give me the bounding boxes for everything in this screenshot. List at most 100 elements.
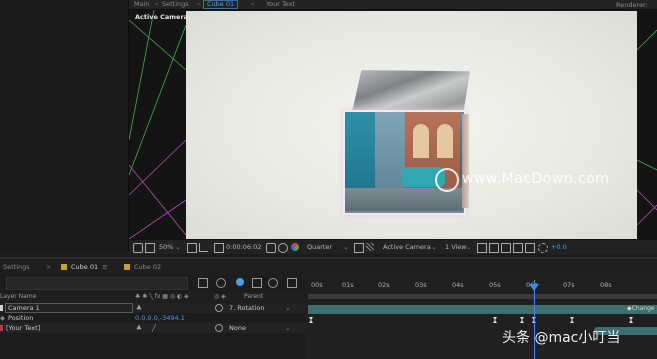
cube-front-face xyxy=(343,110,466,215)
keyframe[interactable] xyxy=(520,317,524,323)
tab-settings-timeline[interactable]: Settings xyxy=(3,259,30,275)
quality-switch-icon[interactable]: ╱ xyxy=(152,323,156,333)
layer-search-input[interactable] xyxy=(6,277,188,290)
shy-icon[interactable]: ♣ xyxy=(136,323,142,333)
chevron-down-icon[interactable]: ⌄ xyxy=(343,240,348,254)
tab-cube-01-timeline[interactable]: Cube 01 ≡ xyxy=(61,259,108,275)
tab-separator: < xyxy=(196,0,202,8)
monitor-icon[interactable] xyxy=(145,243,155,253)
tab-main[interactable]: Main xyxy=(134,0,150,9)
resolution-dropdown[interactable]: Quarter xyxy=(307,240,332,254)
tab-settings[interactable]: Settings xyxy=(162,0,189,9)
time-ruler[interactable]: 00s 01s 02s 03s 04s 05s 06s 07s 08s xyxy=(305,280,657,292)
tab-cube-01[interactable]: Cube 01 xyxy=(203,0,239,9)
cube-side-face xyxy=(462,114,469,208)
always-preview-icon[interactable] xyxy=(133,243,143,253)
transparency-grid-icon[interactable] xyxy=(366,243,374,251)
mask-icon[interactable] xyxy=(199,243,208,252)
layer-color-label xyxy=(0,305,3,311)
viewer-toolbar: 50% ⌄ 0:00:06:02 Quarter ⌄ Active Camera… xyxy=(129,239,657,254)
tab-cube-02-timeline[interactable]: Cube 02 xyxy=(124,259,161,275)
layer-color-label xyxy=(0,325,3,331)
chevron-down-icon[interactable]: ⌄ xyxy=(285,323,290,333)
region-of-interest-icon[interactable] xyxy=(354,243,364,253)
ruler-tick: 07s xyxy=(563,281,575,289)
color-channel-icon[interactable] xyxy=(291,243,299,251)
project-panel xyxy=(0,0,129,252)
keyframe[interactable] xyxy=(309,317,313,323)
keyframe[interactable] xyxy=(570,317,574,323)
keyframe[interactable] xyxy=(629,317,633,323)
chevron-down-icon[interactable]: ⌄ xyxy=(431,240,436,254)
chevron-down-icon[interactable]: ⌄ xyxy=(175,240,180,254)
watermark-text: www.MacDown.com xyxy=(462,171,610,187)
graph-editor-icon[interactable] xyxy=(287,278,297,288)
shy-icon[interactable]: ♣ xyxy=(136,303,142,313)
fast-previews-icon[interactable] xyxy=(489,243,499,253)
layer-row-your-text[interactable]: [Your Text] ♣ ╱ None ⌄ xyxy=(0,323,305,333)
source-credit-watermark: 头条 @mac小叮当 xyxy=(502,330,621,346)
work-area-bar[interactable] xyxy=(308,294,657,299)
parent-dropdown[interactable]: 7. Rotation xyxy=(229,303,264,313)
layer-list: Camera 1 ♣ 7. Rotation ⌄ ◆ Position 0.0,… xyxy=(0,303,305,359)
reset-exposure-icon[interactable] xyxy=(525,243,535,253)
toggle-pixel-aspect-icon[interactable] xyxy=(477,243,487,253)
watermark-logo-icon xyxy=(435,168,459,192)
playhead-handle[interactable] xyxy=(529,284,539,291)
ruler-tick: 03s xyxy=(415,281,427,289)
layer-duration-bar[interactable] xyxy=(308,305,657,314)
ruler-tick: 04s xyxy=(452,281,464,289)
parent-pickwhip-icon[interactable] xyxy=(215,324,223,332)
timecode-display[interactable]: 0:00:06:02 xyxy=(226,240,262,254)
column-layer-name: Layer Name xyxy=(0,293,37,300)
ruler-tick: 08s xyxy=(600,281,612,289)
frame-blending-icon[interactable] xyxy=(252,278,262,288)
tab-separator: < xyxy=(250,0,256,8)
ruler-tick: 02s xyxy=(378,281,390,289)
comp-color-swatch xyxy=(124,264,130,270)
composition-mini-flowchart-icon[interactable] xyxy=(198,278,208,288)
tab-your-text[interactable]: Your Text xyxy=(266,0,295,9)
layer-column-header: Layer Name ♣ ✱ ╲ fx ▦ ◎ ◐ ◈ ◎ ◈ Parent xyxy=(0,293,305,302)
composition-viewer[interactable]: Active Camera www.MacDown.com xyxy=(129,10,657,239)
camera-view-dropdown[interactable]: Active Camera xyxy=(383,240,431,254)
close-icon[interactable]: × xyxy=(46,259,51,275)
draft-3d-icon[interactable] xyxy=(216,278,226,288)
property-value[interactable]: 0.0,0.0,-3494.1 xyxy=(135,313,185,323)
tab-separator: < xyxy=(154,0,160,8)
switches-header-icons: ♣ ✱ ╲ fx ▦ ◎ ◐ ◈ xyxy=(135,293,189,300)
comp-flowchart-icon[interactable] xyxy=(513,243,523,253)
ruler-tick: 00s xyxy=(311,281,323,289)
layer-name-field[interactable]: Camera 1 xyxy=(5,303,133,313)
timeline-icon[interactable] xyxy=(501,243,511,253)
property-name: Position xyxy=(8,314,34,322)
current-time-indicator[interactable] xyxy=(534,280,535,359)
camera-snapshot-icon[interactable] xyxy=(266,243,276,253)
chevron-down-icon[interactable]: ⌄ xyxy=(466,240,471,254)
keyframe[interactable] xyxy=(493,317,497,323)
active-camera-label: Active Camera xyxy=(135,13,189,21)
stopwatch-icon[interactable]: ◆ xyxy=(0,313,5,323)
parent-dropdown[interactable]: None xyxy=(229,323,246,333)
layer-marker[interactable]: ◆Change xyxy=(627,305,655,312)
chevron-down-icon[interactable]: ⌄ xyxy=(285,303,290,313)
view-layout-dropdown[interactable]: 1 View xyxy=(445,240,467,254)
timeline-tab-bar: Settings × Cube 01 ≡ Cube 02 xyxy=(0,257,657,275)
layer-row-camera[interactable]: Camera 1 ♣ 7. Rotation ⌄ xyxy=(0,303,305,313)
switches-mode-icons: ◎ ◈ xyxy=(214,293,226,300)
property-row-position[interactable]: ◆ Position 0.0,0.0,-3494.1 xyxy=(0,313,305,323)
ruler-tick: 01s xyxy=(342,281,354,289)
snapshot-frame-icon[interactable] xyxy=(214,243,224,253)
column-parent: Parent xyxy=(244,293,264,300)
show-snapshot-icon[interactable] xyxy=(278,243,288,253)
exposure-value[interactable]: +0.0 xyxy=(551,240,567,254)
title-safe-icon[interactable] xyxy=(187,243,197,253)
exposure-icon[interactable] xyxy=(538,243,548,253)
shy-layers-icon[interactable] xyxy=(236,278,244,286)
comp-color-swatch xyxy=(61,264,67,270)
motion-blur-icon[interactable] xyxy=(268,278,278,288)
parent-pickwhip-icon[interactable] xyxy=(215,304,223,312)
zoom-dropdown[interactable]: 50% xyxy=(159,240,173,254)
layer-name[interactable]: [Your Text] xyxy=(6,323,40,333)
renderer-label: Renderer: xyxy=(616,1,648,9)
